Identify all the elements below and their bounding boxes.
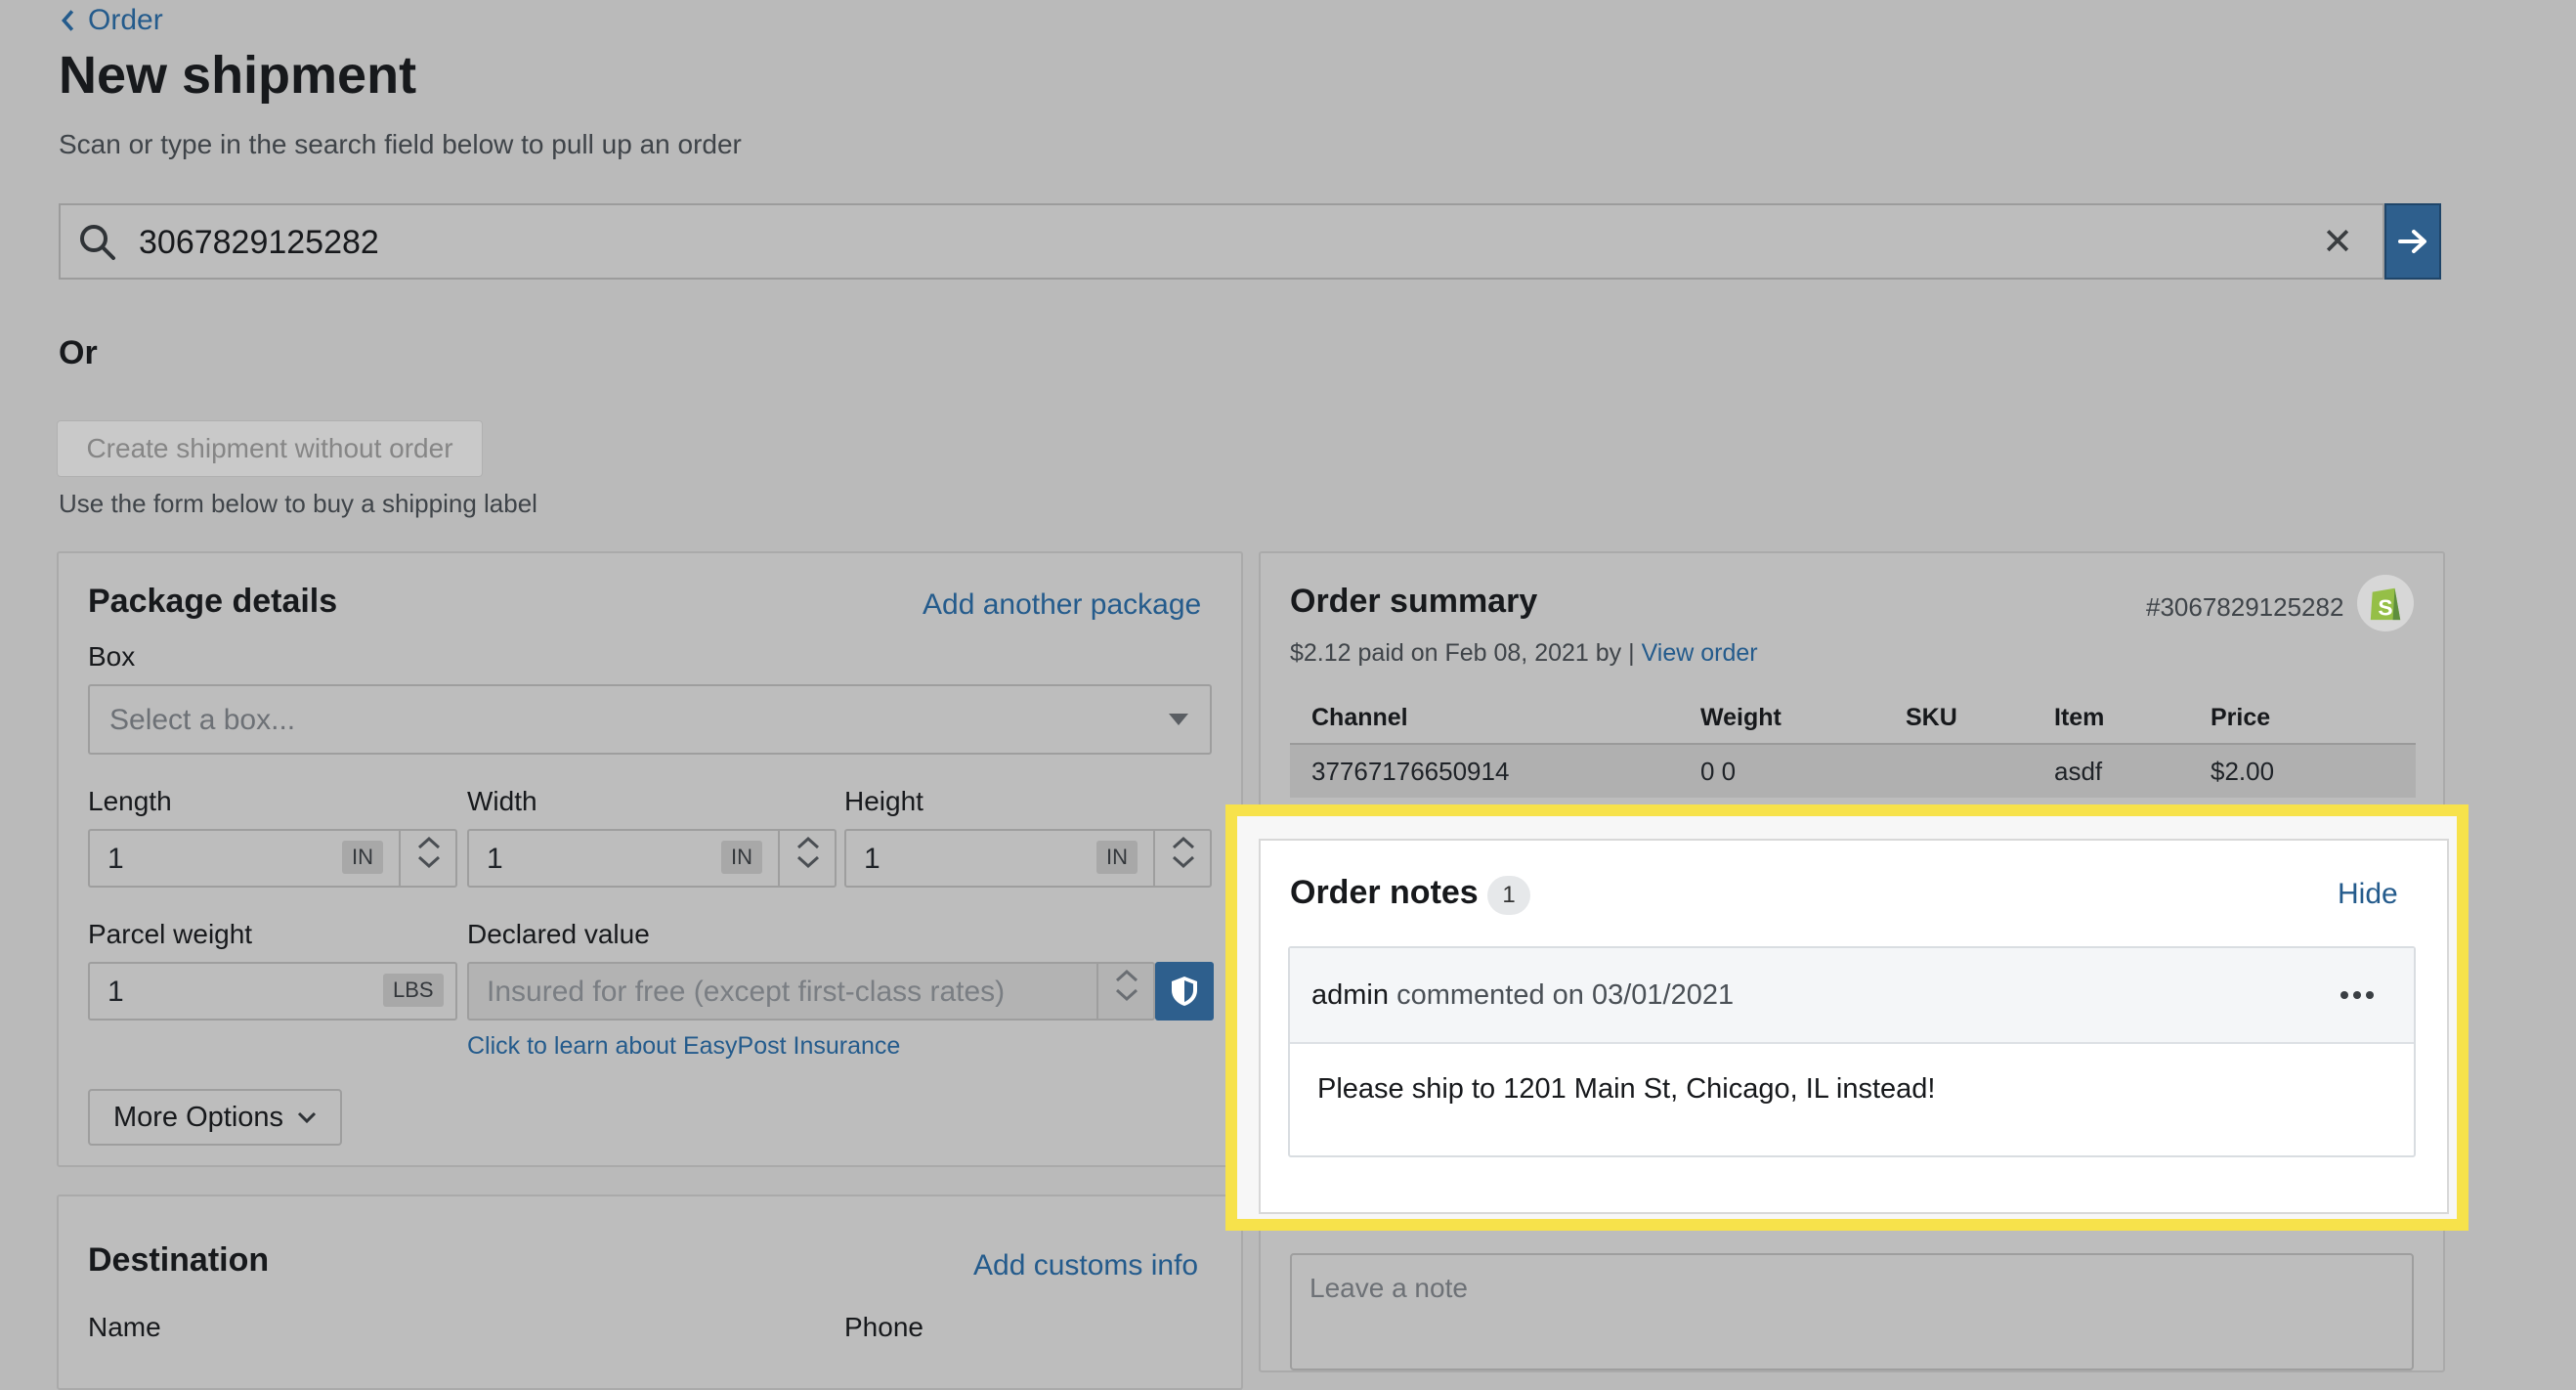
caret-down-icon [1169,714,1188,725]
chevron-up-icon[interactable] [796,835,820,850]
svg-text:S: S [2378,594,2392,620]
length-label: Length [88,786,172,816]
chevron-down-icon [297,1111,317,1123]
height-input[interactable]: 1 IN [844,829,1212,888]
declared-value-input[interactable]: Insured for free (except first-class rat… [467,962,1155,1021]
length-input[interactable]: 1 IN [88,829,457,888]
price-cell: $2.00 [2211,757,2275,786]
table-row: 37767176650914 0 0 asdf $2.00 [1290,743,2416,798]
chevron-left-icon [62,10,74,31]
shopify-icon: S [2357,575,2414,631]
comment-meta: commented on 03/01/2021 [1396,979,1735,1011]
package-details-panel: Package details Add another package Box … [57,551,1243,1167]
comment-author: admin [1311,979,1389,1011]
height-stepper[interactable] [1153,831,1212,886]
name-label: Name [88,1312,161,1342]
order-notes-title: Order notes [1290,874,1479,911]
create-shipment-without-order-button[interactable]: Create shipment without order [57,420,483,477]
note-comment: admin commented on 03/01/2021 Please shi… [1288,946,2416,1157]
column-header: Price [2211,704,2271,731]
more-actions-icon[interactable] [2336,977,2379,1013]
height-value: 1 [864,843,880,875]
chevron-up-icon[interactable] [417,835,441,850]
payment-info: $2.12 paid on Feb 08, 2021 by | View ord… [1290,639,1758,668]
comment-byline: admin commented on 03/01/2021 [1311,979,1734,1012]
declared-value-stepper[interactable] [1096,964,1155,1019]
chevron-down-icon[interactable] [1115,987,1138,1003]
chevron-down-icon[interactable] [417,854,441,870]
width-label: Width [467,786,537,816]
page-subtitle: Scan or type in the search field below t… [59,129,742,159]
back-link-label: Order [88,4,163,36]
easypost-insurance-link[interactable]: Click to learn about EasyPost Insurance [467,1032,900,1061]
declared-value-placeholder: Insured for free (except first-class rat… [487,976,1006,1008]
width-stepper[interactable] [778,831,837,886]
arrow-right-icon [2398,230,2426,253]
length-unit-badge: IN [342,841,383,874]
column-header: Item [2054,704,2105,731]
box-select[interactable]: Select a box... [88,684,1212,755]
width-value: 1 [487,843,503,875]
hide-notes-link[interactable]: Hide [2338,878,2398,911]
leave-note-placeholder: Leave a note [1309,1273,1468,1303]
width-unit-badge: IN [721,841,762,874]
parcel-weight-input[interactable]: 1 LBS [88,962,457,1021]
search-submit-button[interactable] [2384,203,2441,280]
chevron-down-icon[interactable] [1172,854,1195,870]
column-header: Channel [1311,704,1408,731]
back-link[interactable]: Order [59,4,163,37]
destination-title: Destination [88,1241,270,1279]
notes-count-badge: 1 [1487,876,1530,915]
or-divider-label: Or [59,334,98,371]
chevron-down-icon[interactable] [796,854,820,870]
parcel-weight-label: Parcel weight [88,919,253,949]
length-stepper[interactable] [399,831,457,886]
height-unit-badge: IN [1096,841,1138,874]
box-label: Box [88,641,136,672]
clear-search-icon[interactable]: ✕ [2318,221,2357,264]
length-value: 1 [107,843,124,875]
payment-info-text: $2.12 paid on Feb 08, 2021 by | [1290,639,1635,667]
item-link[interactable]: asdf [2054,757,2102,787]
channel-cell: 37767176650914 [1311,757,1510,786]
weight-cell: 0 0 [1700,757,1737,786]
order-summary-title: Order summary [1290,583,1538,620]
order-search-box: ✕ [59,203,2384,280]
weight-unit-badge: LBS [383,974,444,1007]
more-options-label: More Options [112,1101,284,1133]
destination-panel: Destination Add customs info Name Phone [57,1195,1243,1390]
phone-label: Phone [844,1312,923,1342]
comment-header: admin commented on 03/01/2021 [1290,948,2414,1044]
insurance-button[interactable] [1155,962,1214,1021]
order-search-input[interactable] [137,213,2281,272]
view-order-link[interactable]: View order [1642,639,1758,667]
create-shipment-hint: Use the form below to buy a shipping lab… [59,489,537,518]
page-title: New shipment [59,46,417,105]
search-icon [80,225,115,260]
chevron-up-icon[interactable] [1115,968,1138,983]
order-items-table: Channel Weight SKU Item Price 3776717665… [1290,690,2416,798]
comment-body: Please ship to 1201 Main St, Chicago, IL… [1317,1073,1936,1105]
more-options-button[interactable]: More Options [88,1089,342,1146]
declared-value-label: Declared value [467,919,650,949]
add-customs-info-link[interactable]: Add customs info [973,1249,1198,1282]
box-select-placeholder: Select a box... [109,704,296,736]
shield-icon [1172,977,1197,1006]
column-header: SKU [1906,704,1957,731]
column-header: Weight [1700,704,1782,731]
parcel-weight-value: 1 [107,976,124,1008]
add-another-package-link[interactable]: Add another package [923,588,1201,622]
leave-note-input[interactable]: Leave a note [1290,1253,2414,1370]
height-label: Height [844,786,923,816]
width-input[interactable]: 1 IN [467,829,837,888]
chevron-up-icon[interactable] [1172,835,1195,850]
order-number: #3067829125282 [2146,592,2344,622]
package-details-title: Package details [88,583,338,620]
